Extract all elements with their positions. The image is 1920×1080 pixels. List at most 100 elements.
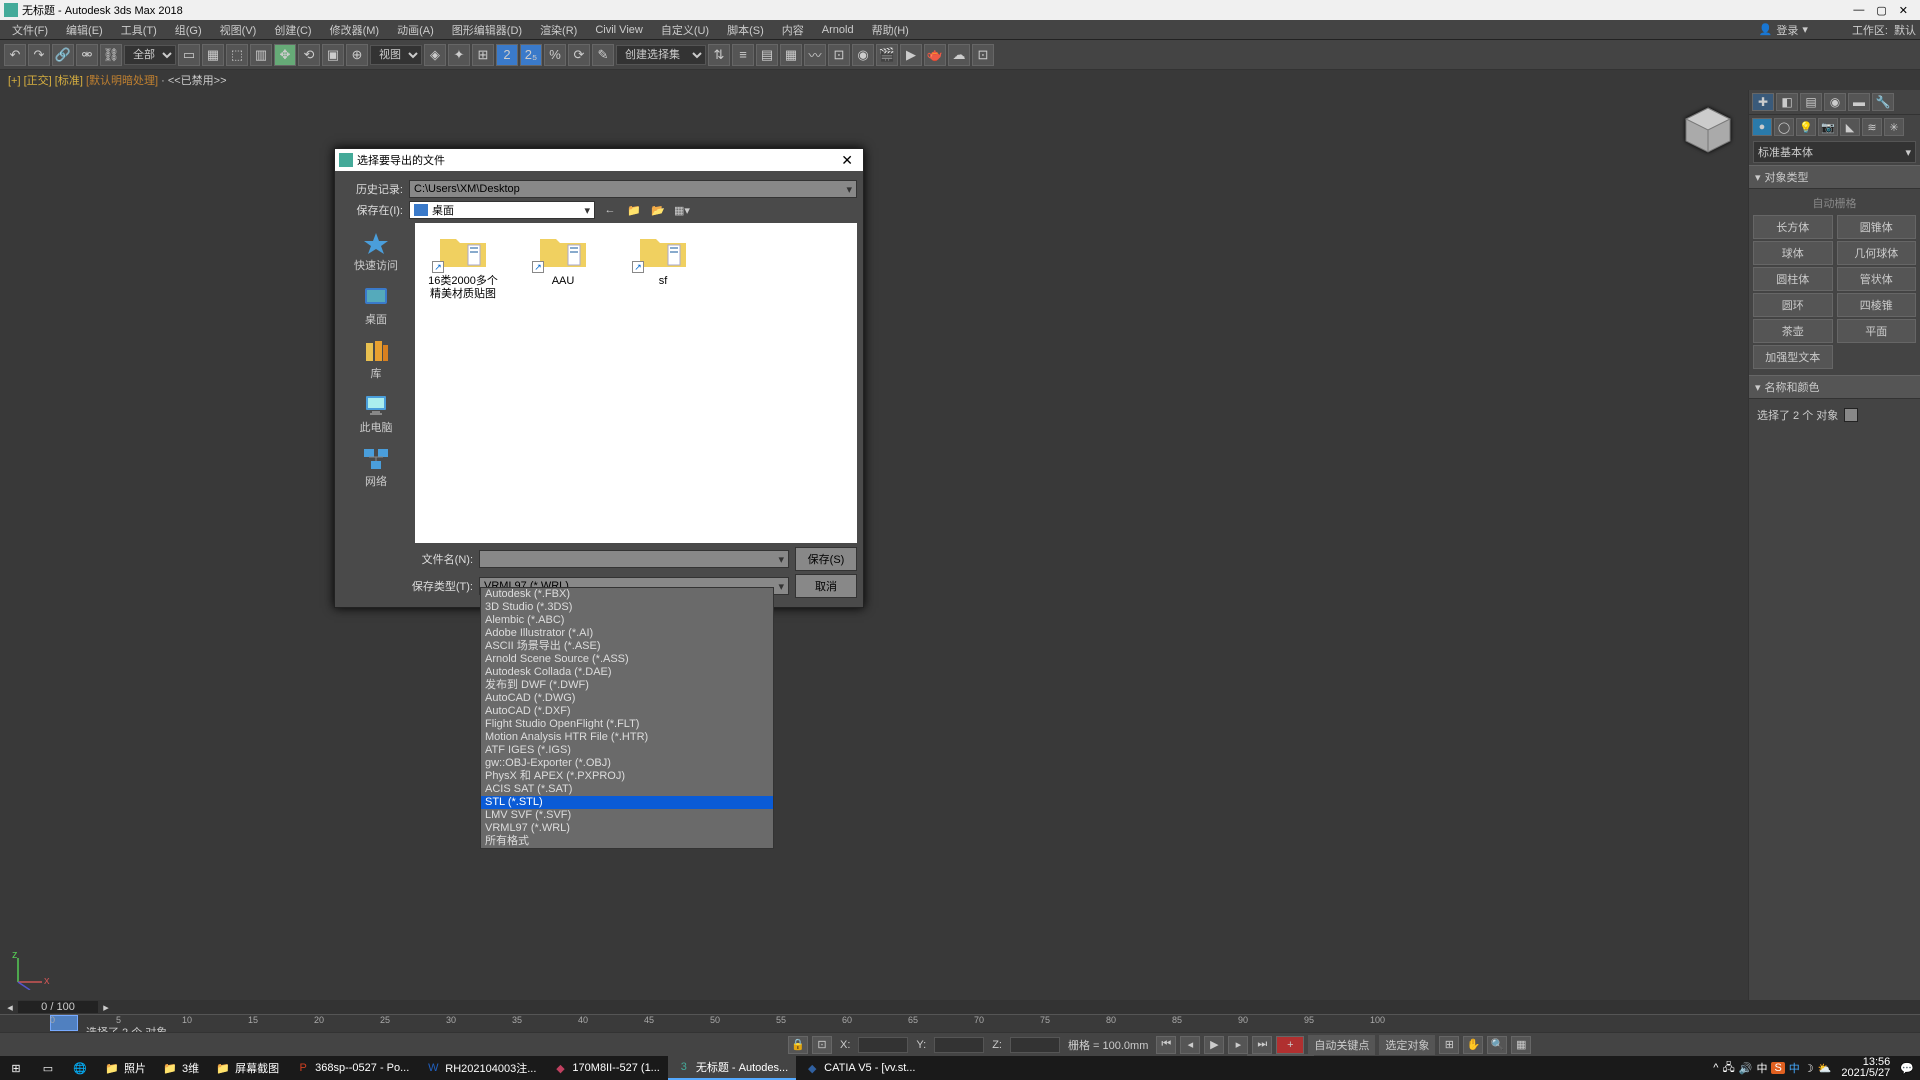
teapot-button[interactable]: 茶壶 — [1753, 319, 1833, 343]
torus-button[interactable]: 圆环 — [1753, 293, 1833, 317]
set-key-button[interactable]: + — [1276, 1036, 1304, 1054]
time-next-button[interactable]: ▸ — [100, 1001, 112, 1014]
link-button[interactable]: 🔗 — [52, 44, 74, 66]
redo-button[interactable]: ↷ — [28, 44, 50, 66]
tray-sogou-icon[interactable]: S — [1771, 1062, 1784, 1074]
filetype-option[interactable]: 发布到 DWF (*.DWF) — [481, 679, 773, 692]
save-button[interactable]: 保存(S) — [795, 547, 857, 571]
task-item-3dsmax[interactable]: 3无标题 - Autodes... — [668, 1056, 796, 1080]
snap-2d-button[interactable]: 2 — [496, 44, 518, 66]
tray-volume-icon[interactable]: 🔊 — [1739, 1062, 1753, 1075]
ref-coord-system[interactable]: 视图 — [370, 45, 422, 65]
tray-date[interactable]: 2021/5/27 — [1841, 1068, 1890, 1079]
keyboard-shortcut-button[interactable]: ⊞ — [472, 44, 494, 66]
task-item-3d[interactable]: 📁3维 — [154, 1056, 207, 1080]
rect-select-button[interactable]: ⬚ — [226, 44, 248, 66]
move-button[interactable]: ✥ — [274, 44, 296, 66]
filetype-option[interactable]: Autodesk Collada (*.DAE) — [481, 666, 773, 679]
menu-scripting[interactable]: 脚本(S) — [719, 20, 772, 40]
rotate-button[interactable]: ⟲ — [298, 44, 320, 66]
lights-icon[interactable]: 💡 — [1796, 118, 1816, 136]
z-input[interactable] — [1010, 1037, 1060, 1053]
pyramid-button[interactable]: 四棱锥 — [1837, 293, 1917, 317]
autogrid-checkbox[interactable]: 自动栅格 — [1753, 193, 1916, 213]
menu-file[interactable]: 文件(F) — [4, 20, 56, 40]
menu-customize[interactable]: 自定义(U) — [653, 20, 717, 40]
cone-button[interactable]: 圆锥体 — [1837, 215, 1917, 239]
align-button[interactable]: ≡ — [732, 44, 754, 66]
filetype-option[interactable]: ACIS SAT (*.SAT) — [481, 783, 773, 796]
play-button[interactable]: ▶ — [1204, 1036, 1224, 1054]
filetype-option[interactable]: VRML97 (*.WRL) — [481, 822, 773, 835]
window-crossing-button[interactable]: ▥ — [250, 44, 272, 66]
menu-rendering[interactable]: 渲染(R) — [532, 20, 585, 40]
viewmenu-button[interactable]: ▦▾ — [673, 201, 691, 219]
task-item-photos[interactable]: 📁照片 — [96, 1056, 154, 1080]
place-desktop[interactable]: 桌面 — [343, 279, 409, 333]
schematic-view-button[interactable]: ⊡ — [828, 44, 850, 66]
place-quickaccess[interactable]: 快速访问 — [343, 225, 409, 279]
minimize-button[interactable]: — — [1853, 4, 1864, 17]
filetype-option[interactable]: 3D Studio (*.3DS) — [481, 601, 773, 614]
isolate-button[interactable]: ⊡ — [812, 1036, 832, 1054]
plane-button[interactable]: 平面 — [1837, 319, 1917, 343]
filetype-option[interactable]: Motion Analysis HTR File (*.HTR) — [481, 731, 773, 744]
rollout-object-type[interactable]: ▾对象类型 — [1749, 165, 1920, 189]
menu-civilview[interactable]: Civil View — [587, 22, 650, 38]
tray-ime-icon[interactable]: 中 — [1756, 1060, 1767, 1076]
filename-input[interactable]: ▾ — [479, 550, 789, 568]
selected-obj-dd[interactable]: 选定对象 — [1379, 1035, 1435, 1055]
lock-selection-button[interactable]: 🔒 — [788, 1036, 808, 1054]
display-tab[interactable]: ▬ — [1848, 93, 1870, 111]
folder-item-1[interactable]: ↗ AAU — [523, 231, 603, 288]
menu-help[interactable]: 帮助(H) — [864, 20, 917, 40]
next-frame-button[interactable]: ▸ — [1228, 1036, 1248, 1054]
color-swatch[interactable] — [1844, 408, 1858, 422]
viewport-label[interactable]: [+] [正交] [标准] [默认明暗处理] · <<已禁用>> — [0, 70, 1920, 90]
savein-dropdown[interactable]: 桌面▾ — [409, 201, 595, 219]
hierarchy-tab[interactable]: ▤ — [1800, 93, 1822, 111]
category-dropdown[interactable]: 标准基本体▾ — [1753, 141, 1916, 163]
bind-button[interactable]: ⛓ — [100, 44, 122, 66]
render-frame-button[interactable]: ▶ — [900, 44, 922, 66]
render-button[interactable]: 🫖 — [924, 44, 946, 66]
y-input[interactable] — [934, 1037, 984, 1053]
utilities-tab[interactable]: 🔧 — [1872, 93, 1894, 111]
create-tab[interactable]: ✚ — [1752, 93, 1774, 111]
task-item-catia2[interactable]: ◆CATIA V5 - [vv.st... — [796, 1056, 923, 1080]
back-button[interactable]: ← — [601, 201, 619, 219]
task-item-browser[interactable]: 🌐 — [64, 1056, 96, 1080]
viewport-nav-1[interactable]: ⊞ — [1439, 1036, 1459, 1054]
filetype-option[interactable]: Adobe Illustrator (*.AI) — [481, 627, 773, 640]
menu-views[interactable]: 视图(V) — [212, 20, 265, 40]
toggle-ribbon-button[interactable]: ▦ — [780, 44, 802, 66]
time-prev-button[interactable]: ◂ — [4, 1001, 16, 1014]
place-network[interactable]: 网络 — [343, 441, 409, 495]
menu-grapheditors[interactable]: 图形编辑器(D) — [444, 20, 530, 40]
task-item-catia1[interactable]: ◆170M8II--527 (1... — [544, 1056, 667, 1080]
autokey-button[interactable]: 自动关键点 — [1308, 1035, 1375, 1055]
task-item-word[interactable]: WRH202104003注... — [417, 1056, 544, 1080]
open-a360-button[interactable]: ⊡ — [972, 44, 994, 66]
viewport-nav-3[interactable]: 🔍 — [1487, 1036, 1507, 1054]
x-input[interactable] — [858, 1037, 908, 1053]
tray-notifications-icon[interactable]: 💬 — [1900, 1062, 1914, 1075]
close-button[interactable]: ✕ — [1899, 4, 1908, 17]
menu-edit[interactable]: 编辑(E) — [58, 20, 111, 40]
goto-start-button[interactable]: ⏮ — [1156, 1036, 1176, 1054]
filetype-option[interactable]: gw::OBJ-Exporter (*.OBJ) — [481, 757, 773, 770]
menu-group[interactable]: 组(G) — [167, 20, 210, 40]
motion-tab[interactable]: ◉ — [1824, 93, 1846, 111]
taskview-button[interactable]: ▭ — [32, 1056, 64, 1080]
edit-named-sel-button[interactable]: ✎ — [592, 44, 614, 66]
pivot-button[interactable]: ◈ — [424, 44, 446, 66]
sphere-button[interactable]: 球体 — [1753, 241, 1833, 265]
menu-modifiers[interactable]: 修改器(M) — [322, 20, 388, 40]
place-thispc[interactable]: 此电脑 — [343, 387, 409, 441]
login-button[interactable]: 👤 登录 ▾ — [1759, 22, 1808, 38]
box-button[interactable]: 长方体 — [1753, 215, 1833, 239]
tray-chevron-icon[interactable]: ^ — [1713, 1062, 1718, 1074]
filetype-option[interactable]: ATF IGES (*.IGS) — [481, 744, 773, 757]
cameras-icon[interactable]: 📷 — [1818, 118, 1838, 136]
named-sel-set[interactable]: 创建选择集 — [616, 45, 706, 65]
